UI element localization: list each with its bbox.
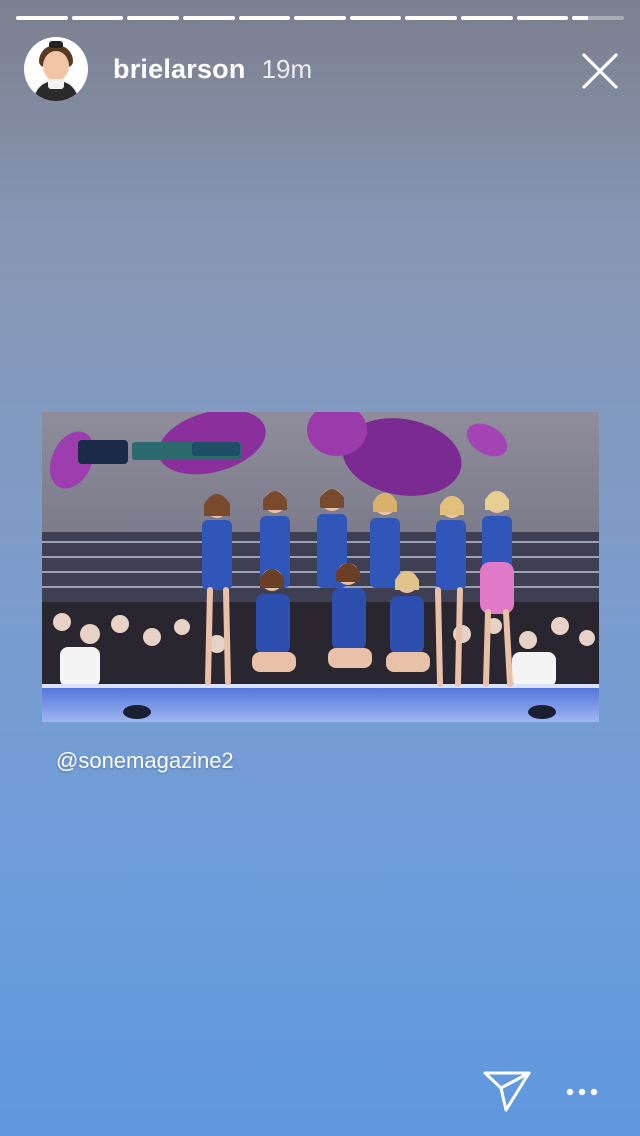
close-icon[interactable] <box>580 51 620 91</box>
progress-segment-fill <box>16 16 68 20</box>
progress-segment-fill <box>516 16 569 20</box>
progress-segment <box>71 16 124 20</box>
story-header: brielarson 19m <box>24 37 620 101</box>
direct-send-icon[interactable] <box>482 1068 532 1114</box>
progress-segment <box>349 16 402 20</box>
progress-segment-fill <box>71 16 124 20</box>
progress-segment-fill <box>405 16 458 20</box>
progress-segment <box>182 16 235 20</box>
story-progress-bar <box>16 16 625 20</box>
progress-segment-fill <box>294 16 346 20</box>
avatar[interactable] <box>24 37 88 101</box>
story-media-image <box>42 412 599 722</box>
mention-tag[interactable]: @sonemagazine2 <box>56 748 234 774</box>
progress-segment <box>238 16 291 20</box>
progress-segment <box>127 16 179 20</box>
progress-segment <box>461 16 513 20</box>
progress-segment-fill <box>182 16 235 20</box>
username[interactable]: brielarson <box>113 54 246 85</box>
more-options-icon[interactable] <box>564 1080 600 1104</box>
progress-segment <box>16 16 68 20</box>
post-time: 19m <box>261 53 313 84</box>
progress-segment-fill <box>461 16 513 20</box>
progress-segment <box>294 16 346 20</box>
progress-segment-fill <box>238 16 291 20</box>
progress-segment-fill <box>127 16 179 20</box>
progress-segment-fill <box>572 16 588 20</box>
progress-segment-fill <box>349 16 402 20</box>
progress-segment <box>405 16 458 20</box>
progress-segment <box>572 16 625 20</box>
progress-segment <box>516 16 569 20</box>
